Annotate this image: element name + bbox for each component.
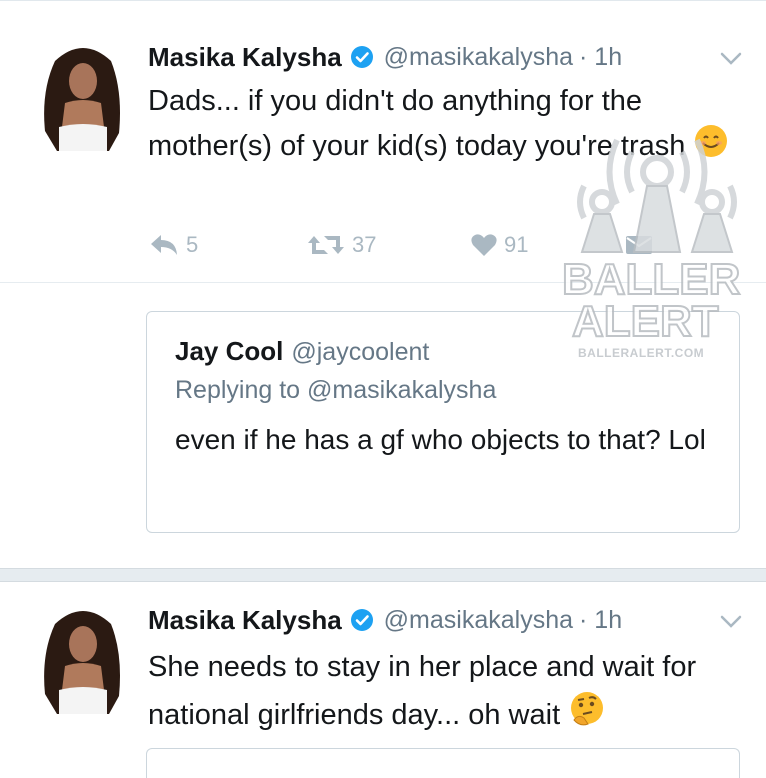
thinking-face-icon xyxy=(571,692,604,726)
message-button[interactable] xyxy=(624,229,660,261)
reply-tweet-card[interactable]: Jay Cool @jaycoolent Replying to @masikak… xyxy=(0,282,766,574)
chevron-down-icon[interactable] xyxy=(718,612,744,632)
verified-badge-icon xyxy=(350,46,373,68)
timestamp[interactable]: · 1h xyxy=(579,606,622,635)
tweet-text: Dads... if you didn't do anything for th… xyxy=(148,79,738,168)
handle[interactable]: @masikakalysha xyxy=(384,606,573,635)
display-name[interactable]: Masika Kalysha xyxy=(148,42,342,73)
tweet-card[interactable]: Masika Kalysha @masikakalysha · 1h Dads.… xyxy=(0,0,766,283)
smiling-face-icon xyxy=(695,125,728,157)
reply-icon xyxy=(151,235,177,255)
tweet-actions: 5 37 91 xyxy=(148,229,668,261)
verified-badge-icon xyxy=(350,609,373,631)
heart-icon xyxy=(471,234,497,256)
watermark-site: BALLERALERT.COM xyxy=(578,346,705,360)
chevron-down-icon[interactable] xyxy=(718,49,744,69)
tweet-card[interactable]: Masika Kalysha @masikakalysha · 1h She n… xyxy=(0,582,766,778)
timestamp[interactable]: · 1h xyxy=(579,43,622,72)
tweet-header: Masika Kalysha @masikakalysha · 1h xyxy=(148,604,622,636)
handle[interactable]: @jaycoolent xyxy=(291,338,429,366)
quoted-header: Jay Cool @jaycoolent xyxy=(175,336,429,367)
like-button[interactable]: 91 xyxy=(470,229,528,261)
avatar[interactable] xyxy=(35,604,131,714)
retweet-icon xyxy=(308,236,344,254)
retweet-count: 37 xyxy=(352,232,377,257)
quoted-text: even if he has a gf who objects to that?… xyxy=(175,424,706,455)
retweet-button[interactable]: 37 xyxy=(306,229,376,261)
envelope-icon xyxy=(626,236,652,254)
tweet-separator xyxy=(0,568,766,582)
replying-to-label[interactable]: Replying to @masikakalysha xyxy=(175,376,496,405)
tweet-text: She needs to stay in her place and wait … xyxy=(148,651,697,731)
quoted-tweet-partial[interactable] xyxy=(146,748,740,778)
avatar[interactable] xyxy=(35,41,131,151)
display-name[interactable]: Jay Cool xyxy=(175,336,283,366)
tweet-header: Masika Kalysha @masikakalysha · 1h xyxy=(148,41,622,73)
reply-button[interactable]: 5 xyxy=(148,229,198,261)
display-name[interactable]: Masika Kalysha xyxy=(148,605,342,636)
handle[interactable]: @masikakalysha xyxy=(384,43,573,72)
like-count: 91 xyxy=(504,232,529,257)
quoted-tweet[interactable]: Jay Cool @jaycoolent Replying to @masikak… xyxy=(146,311,740,533)
reply-count: 5 xyxy=(186,232,199,257)
